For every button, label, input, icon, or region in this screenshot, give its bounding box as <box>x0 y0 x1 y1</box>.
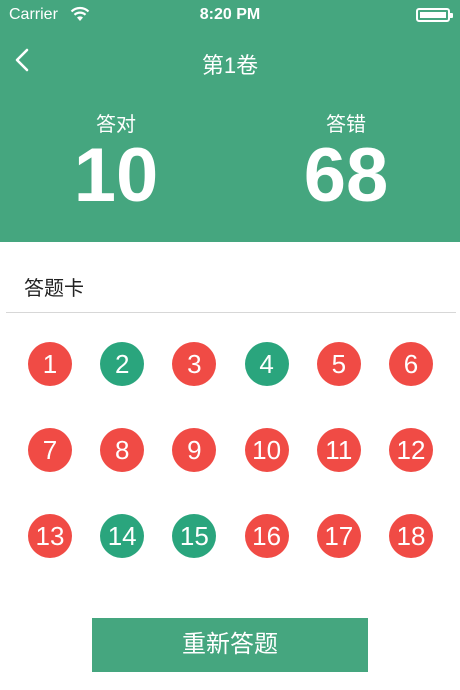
question-item[interactable]: 11 <box>316 428 361 472</box>
redo-button[interactable]: 重新答题 <box>92 618 368 672</box>
battery-icon <box>416 8 453 22</box>
answer-card-title: 答题卡 <box>24 278 84 300</box>
question-item[interactable]: 9 <box>172 428 217 472</box>
question-item[interactable]: 6 <box>389 342 433 386</box>
wrong-stat: 答错 68 <box>266 108 426 217</box>
question-item[interactable]: 12 <box>389 428 433 472</box>
question-item[interactable]: 5 <box>316 342 361 386</box>
question-item[interactable]: 1 <box>28 342 72 386</box>
question-item[interactable]: 18 <box>389 514 433 558</box>
question-item[interactable]: 3 <box>172 342 217 386</box>
question-item[interactable]: 13 <box>28 514 72 558</box>
correct-stat: 答对 10 <box>36 108 196 217</box>
result-header: Carrier 8:20 PM 第1卷 答对 10 答错 68 <box>0 0 460 242</box>
question-item[interactable]: 4 <box>244 342 289 386</box>
question-item[interactable]: 17 <box>316 514 361 558</box>
question-item[interactable]: 8 <box>100 428 145 472</box>
wrong-count: 68 <box>303 133 389 218</box>
question-item[interactable]: 2 <box>100 342 145 386</box>
status-time: 8:20 PM <box>199 6 261 23</box>
correct-count: 10 <box>73 133 159 218</box>
question-item[interactable]: 15 <box>172 514 217 558</box>
question-item[interactable]: 16 <box>244 514 289 558</box>
status-bar: Carrier 8:20 PM <box>0 0 460 30</box>
question-item[interactable]: 10 <box>244 428 289 472</box>
question-item[interactable]: 7 <box>28 428 72 472</box>
page-title: 第1卷 <box>201 53 259 78</box>
question-item[interactable]: 14 <box>100 514 145 558</box>
divider <box>6 312 456 313</box>
